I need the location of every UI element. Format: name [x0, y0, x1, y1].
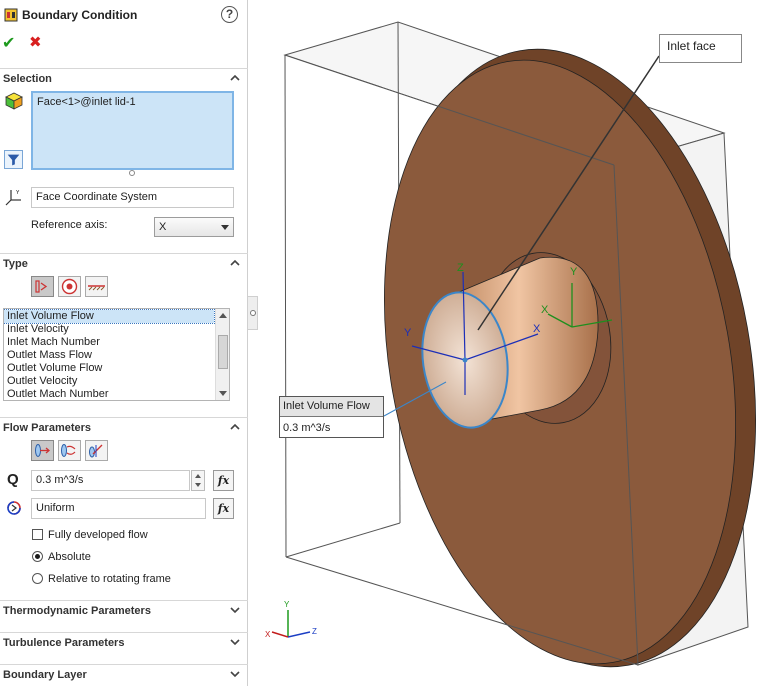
panel-titlebar: Boundary Condition ?: [0, 0, 248, 30]
section-header-selection[interactable]: Selection: [0, 68, 248, 88]
graphics-viewport[interactable]: [258, 0, 780, 686]
chevron-down-icon: [221, 225, 229, 230]
chevron-up-icon[interactable]: [230, 73, 240, 83]
volume-flow-dependency-button[interactable]: fx: [213, 470, 234, 491]
callout-value: 0.3 m^3/s: [283, 422, 331, 434]
filter-icon[interactable]: [4, 150, 23, 169]
panel-title: Boundary Condition: [22, 8, 138, 22]
swirl-flow-button[interactable]: [58, 440, 81, 461]
relative-frame-label[interactable]: Relative to rotating frame: [48, 573, 171, 585]
chevron-up-icon[interactable]: [230, 258, 240, 268]
section-header-flow-parameters[interactable]: Flow Parameters: [0, 417, 248, 437]
absolute-label[interactable]: Absolute: [48, 551, 91, 563]
chevron-up-icon[interactable]: [230, 422, 240, 432]
boundary-type-item[interactable]: Outlet Mach Number: [4, 388, 214, 400]
profile-dependency-button[interactable]: fx: [213, 498, 234, 519]
callout-header: Inlet Volume Flow: [280, 397, 383, 417]
chevron-down-icon[interactable]: [230, 669, 240, 679]
boundary-condition-icon: [4, 8, 18, 22]
boundary-type-item[interactable]: Outlet Mass Flow: [4, 349, 214, 362]
section-header-turbulence[interactable]: Turbulence Parameters: [0, 632, 248, 652]
scroll-down-icon[interactable]: [219, 391, 227, 396]
scroll-thumb[interactable]: [218, 335, 228, 369]
section-label: Thermodynamic Parameters: [3, 605, 151, 617]
vector-direction-button[interactable]: [85, 440, 108, 461]
reference-axis-select[interactable]: X: [154, 217, 234, 237]
list-scrollbar[interactable]: [215, 309, 229, 400]
relative-frame-radio[interactable]: [32, 573, 43, 584]
volume-flow-value: 0.3 m^3/s: [36, 474, 84, 486]
flow-profile-field[interactable]: Uniform: [31, 498, 206, 519]
face-selection-icon: [5, 92, 23, 110]
selected-faces-list[interactable]: Face<1>@inlet lid-1: [31, 91, 234, 170]
swirl-flow-icon: [61, 444, 76, 457]
section-header-thermodynamic[interactable]: Thermodynamic Parameters: [0, 600, 248, 620]
boundary-type-item[interactable]: Outlet Velocity: [4, 375, 214, 388]
section-label: Flow Parameters: [3, 422, 92, 434]
volume-flow-symbol: Q: [7, 471, 19, 488]
reference-axis-value: X: [159, 221, 167, 233]
coordinate-system-field[interactable]: Face Coordinate System: [31, 187, 234, 208]
boundary-type-item[interactable]: Outlet Volume Flow: [4, 362, 214, 375]
scroll-up-icon[interactable]: [219, 313, 227, 318]
flow-profile-value: Uniform: [36, 502, 75, 514]
inlet-face-callout: Inlet face: [659, 34, 742, 63]
callout-title: Inlet Volume Flow: [283, 400, 370, 412]
boundary-type-list[interactable]: Inlet Volume Flow Inlet Velocity Inlet Mac…: [3, 308, 230, 401]
section-header-boundary-layer[interactable]: Boundary Layer: [0, 664, 248, 684]
flow-openings-button[interactable]: [31, 276, 54, 297]
vector-direction-icon: [89, 444, 103, 458]
absolute-radio[interactable]: [32, 551, 43, 562]
section-label: Turbulence Parameters: [3, 637, 125, 649]
coordinate-system-value: Face Coordinate System: [36, 191, 158, 203]
normal-flow-icon: [35, 444, 51, 457]
inlet-volume-flow-callout[interactable]: Inlet Volume Flow 0.3 m^3/s: [279, 396, 384, 438]
volume-flow-input[interactable]: 0.3 m^3/s: [31, 470, 190, 491]
help-icon[interactable]: ?: [221, 6, 238, 23]
boundary-type-item[interactable]: Inlet Velocity: [4, 323, 214, 336]
section-label: Boundary Layer: [3, 669, 87, 681]
reference-axis-label: Reference axis:: [31, 219, 108, 231]
wall-button[interactable]: [85, 276, 108, 297]
pressure-openings-button[interactable]: [58, 276, 81, 297]
selected-face-item[interactable]: Face<1>@inlet lid-1: [37, 96, 136, 108]
fully-developed-label[interactable]: Fully developed flow: [48, 529, 148, 541]
flow-profile-icon: [7, 501, 21, 515]
ok-icon[interactable]: ✔: [2, 33, 15, 53]
list-resize-grip[interactable]: [129, 170, 135, 176]
section-label: Selection: [3, 73, 52, 85]
boundary-type-item[interactable]: Inlet Mach Number: [4, 336, 214, 349]
coordinate-system-icon: Y: [5, 190, 21, 206]
wall-icon: [88, 285, 105, 291]
flow-opening-icon: [35, 280, 48, 293]
volume-flow-spinner[interactable]: [191, 470, 205, 491]
spin-up-icon[interactable]: [195, 474, 201, 478]
property-manager-panel: Boundary Condition ? ✔ ✖ Selection Face<…: [0, 0, 248, 686]
normal-to-face-button[interactable]: [31, 440, 54, 461]
spin-down-icon[interactable]: [195, 483, 201, 487]
svg-text:Y: Y: [16, 190, 20, 196]
panel-collapse-handle[interactable]: [248, 296, 258, 330]
chevron-down-icon[interactable]: [230, 637, 240, 647]
pressure-opening-icon: [61, 278, 78, 295]
section-header-type[interactable]: Type: [0, 253, 248, 273]
cancel-icon[interactable]: ✖: [29, 33, 42, 51]
chevron-down-icon[interactable]: [230, 605, 240, 615]
fully-developed-checkbox[interactable]: [32, 529, 43, 540]
section-label: Type: [3, 258, 28, 270]
boundary-type-item[interactable]: Inlet Volume Flow: [4, 309, 215, 324]
